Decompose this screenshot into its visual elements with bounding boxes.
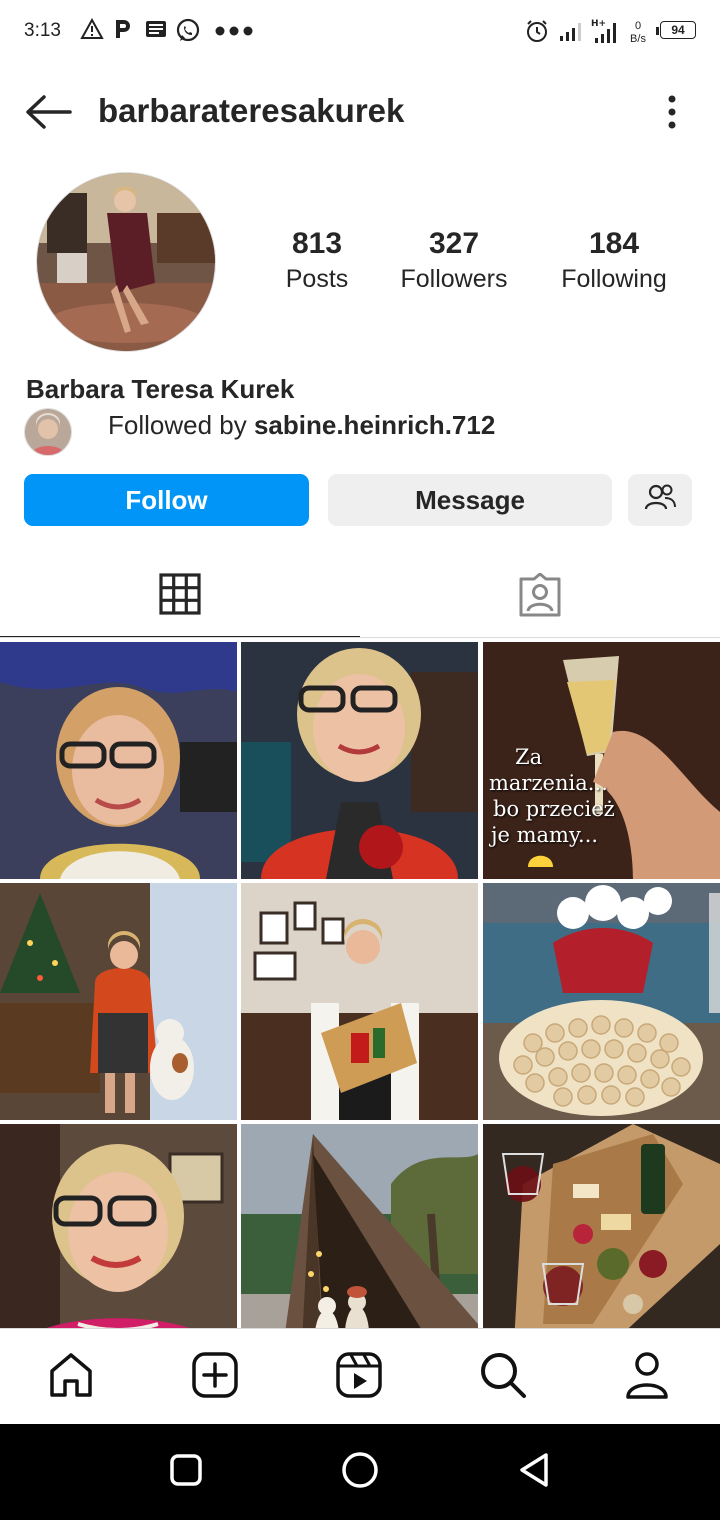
triangle-back-icon	[516, 1451, 552, 1494]
post-thumbnail[interactable]	[0, 883, 237, 1120]
whatsapp-icon	[174, 17, 202, 45]
followed-by-user[interactable]: sabine.heinrich.712	[254, 410, 495, 440]
post-thumbnail[interactable]	[483, 1124, 720, 1328]
back-arrow-icon[interactable]	[22, 88, 74, 136]
post-thumbnail[interactable]	[0, 1124, 237, 1328]
parking-icon	[112, 17, 134, 41]
post-thumbnail[interactable]	[241, 642, 478, 879]
followers-count: 327	[428, 227, 480, 260]
more-dots-icon	[214, 17, 254, 45]
profile-full-name: Barbara Teresa Kurek	[26, 374, 295, 404]
news-icon	[144, 17, 168, 41]
alarm-icon	[524, 17, 550, 45]
following-count: 184	[588, 227, 640, 260]
profile-header: barbarateresakurek	[0, 64, 720, 160]
search-icon	[479, 1351, 527, 1404]
system-navigation-bar	[0, 1424, 720, 1520]
post-thumbnail[interactable]	[241, 883, 478, 1120]
post-caption-line: Za	[515, 745, 543, 769]
plus-square-icon	[192, 1351, 238, 1403]
data-rate-icon: 0 B/s	[624, 16, 652, 50]
nav-search-button[interactable]	[473, 1351, 533, 1403]
signal-h-plus-icon: H+	[590, 17, 620, 45]
data-rate-value: 0	[634, 20, 642, 32]
followed-by-prefix: Followed by	[108, 410, 254, 440]
bottom-navigation	[0, 1328, 720, 1424]
back-system-button[interactable]	[510, 1448, 558, 1496]
suggested-users-button[interactable]	[628, 474, 692, 526]
page-title: barbarateresakurek	[98, 92, 405, 129]
status-bar: 3:13 H+ 0 B/s 94	[0, 0, 720, 64]
home-icon	[47, 1351, 95, 1404]
clock: 3:13	[24, 20, 61, 41]
warning-icon	[80, 17, 104, 41]
post-thumbnail[interactable]: Za marzenia... bo przecież je mamy...	[483, 642, 720, 879]
post-thumbnail[interactable]	[241, 1124, 478, 1328]
following-label: Following	[561, 265, 667, 293]
avatar[interactable]	[36, 172, 216, 352]
tagged-person-icon	[517, 572, 563, 622]
square-icon	[169, 1453, 203, 1492]
nav-home-button[interactable]	[41, 1351, 101, 1403]
svg-text:H+: H+	[591, 19, 606, 29]
options-menu-icon[interactable]	[656, 92, 688, 132]
followers-stat[interactable]: 327 Followers	[379, 226, 529, 296]
mutual-follower-avatar[interactable]	[24, 408, 72, 456]
recent-apps-button[interactable]	[162, 1448, 210, 1496]
data-rate-unit: B/s	[630, 33, 646, 45]
home-system-button[interactable]	[336, 1448, 384, 1496]
battery-icon: 94	[656, 20, 698, 42]
post-caption-line: bo przecież	[493, 797, 615, 821]
posts-stat: 813 Posts	[242, 226, 392, 296]
post-thumbnail[interactable]	[0, 642, 237, 879]
following-stat[interactable]: 184 Following	[539, 226, 689, 296]
tab-posts-grid[interactable]	[0, 556, 360, 638]
message-button[interactable]: Message	[328, 474, 612, 526]
posts-count: 813	[291, 227, 343, 260]
circle-icon	[340, 1450, 380, 1495]
follow-button[interactable]: Follow	[24, 474, 309, 526]
posts-grid: Za marzenia... bo przecież je mamy...	[0, 642, 720, 1328]
post-caption-line: je mamy...	[491, 823, 599, 847]
profile-icon	[624, 1351, 670, 1404]
reels-icon	[336, 1351, 382, 1403]
followed-by-text[interactable]: Followed by sabine.heinrich.712	[108, 410, 495, 441]
nav-reels-button[interactable]	[329, 1351, 389, 1403]
grid-icon	[159, 572, 201, 620]
followers-label: Followers	[400, 265, 508, 293]
tab-tagged[interactable]	[360, 556, 720, 638]
tab-divider	[0, 637, 720, 638]
posts-label: Posts	[285, 265, 349, 293]
signal-icon	[558, 17, 584, 45]
nav-create-button[interactable]	[185, 1351, 245, 1403]
add-person-icon	[644, 483, 676, 518]
battery-level: 94	[660, 21, 696, 39]
post-thumbnail[interactable]	[483, 883, 720, 1120]
nav-profile-button[interactable]	[617, 1351, 677, 1403]
post-caption-line: marzenia...	[489, 771, 608, 795]
